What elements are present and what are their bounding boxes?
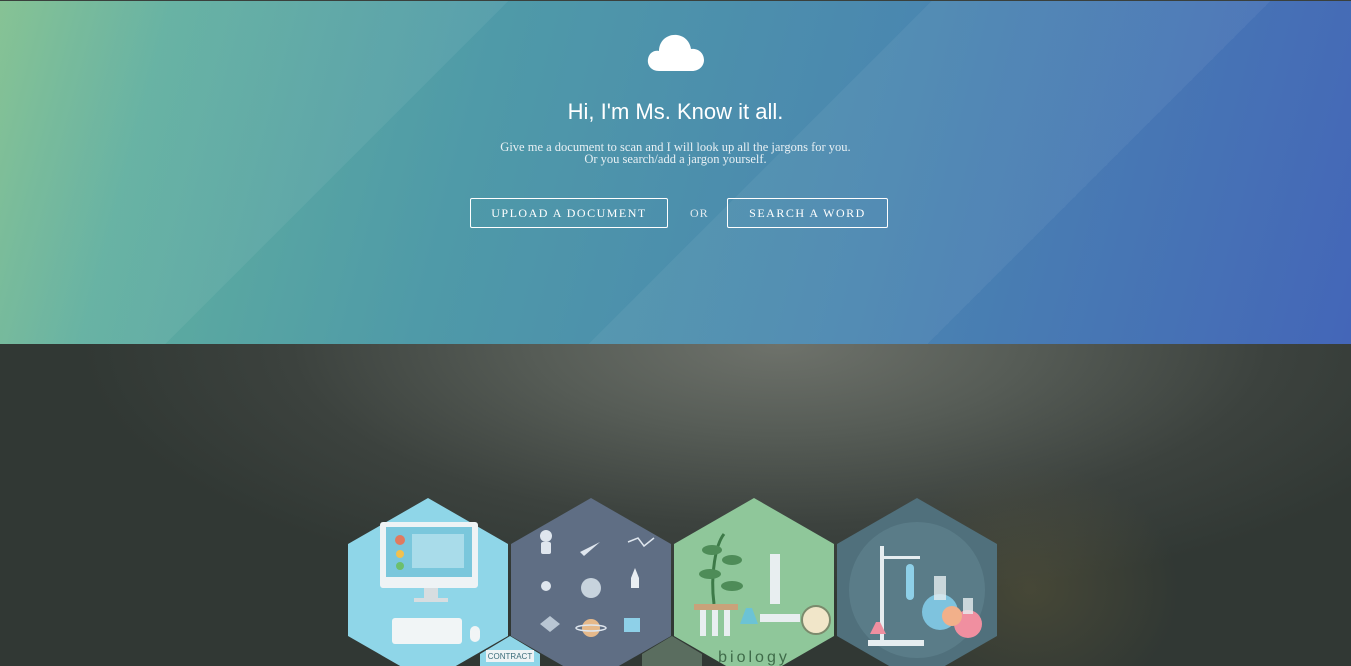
upload-document-button[interactable]: UPLOAD A DOCUMENT xyxy=(470,198,668,228)
technology-tile[interactable] xyxy=(348,498,508,666)
hero-banner: Hi, I'm Ms. Know it all. Give me a docum… xyxy=(0,1,1351,344)
search-word-button[interactable]: SEARCH A WORD xyxy=(727,198,888,228)
page-subtitle: Give me a document to scan and I will lo… xyxy=(0,141,1351,166)
category-section: CONTRACT biology xyxy=(0,344,1351,666)
contract-label: CONTRACT xyxy=(488,652,533,661)
cloud-icon xyxy=(647,34,704,71)
biology-label: biology xyxy=(718,649,790,666)
chemistry-tile[interactable] xyxy=(837,498,997,666)
category-hexagon-grid: CONTRACT biology xyxy=(348,498,997,666)
space-tile[interactable] xyxy=(511,498,671,666)
or-separator: OR xyxy=(690,206,709,220)
page-title: Hi, I'm Ms. Know it all. xyxy=(567,99,784,124)
biology-tile[interactable] xyxy=(674,498,834,666)
subtitle-line-2: Or you search/add a jargon yourself. xyxy=(584,152,767,166)
